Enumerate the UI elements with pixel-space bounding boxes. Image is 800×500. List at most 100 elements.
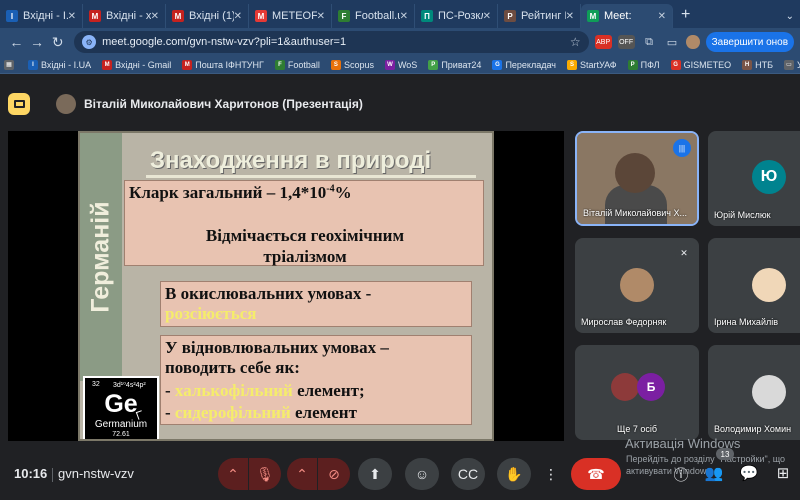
bookmark-item[interactable]: G GISMETEO: [670, 59, 731, 70]
side-panel-icon[interactable]: ▭: [664, 35, 681, 49]
present-button[interactable]: ⬆: [358, 458, 392, 490]
clarke-exponent: -4: [326, 183, 335, 195]
browser-tab[interactable]: M Meet: ✕: [581, 4, 673, 28]
participant-tile-presenter[interactable]: ||| Віталій Миколайович Х...: [575, 131, 699, 226]
participant-tile-myroslav[interactable]: ✕ Мирослав Федорняк: [575, 238, 699, 333]
siderophile-rest: елемент: [290, 403, 357, 422]
back-icon[interactable]: ←: [6, 34, 27, 50]
camera-off-icon: ⊘: [328, 465, 340, 482]
browser-tab[interactable]: I Вхідні - I.UA✕: [0, 4, 83, 28]
participant-name: Мирослав Федорняк: [581, 317, 667, 327]
tab-favicon-icon: П: [421, 10, 433, 22]
browser-tab[interactable]: F Football.ua✕: [332, 4, 415, 28]
people-count-badge: 13: [716, 448, 734, 460]
tab-close-icon[interactable]: ✕: [68, 11, 76, 22]
browser-tab[interactable]: M Вхідні - xb✕: [83, 4, 166, 28]
bookmark-item[interactable]: ▦: [4, 59, 17, 70]
mic-toggle-button[interactable]: 🎙: [249, 458, 281, 490]
element-symbol: Ge: [104, 390, 138, 418]
bookmark-star-icon[interactable]: ☆: [570, 35, 581, 49]
leave-call-button[interactable]: ☎: [571, 458, 621, 490]
bookmark-item[interactable]: W WoS: [384, 59, 417, 70]
activities-icon[interactable]: ⊞: [772, 464, 794, 482]
bookmark-favicon-icon: M: [102, 59, 113, 70]
bookmark-item[interactable]: P Приват24: [428, 59, 481, 70]
participant-tile-volodymyr[interactable]: Володимир Хомин: [708, 345, 800, 440]
bookmark-item[interactable]: S StartУАФ: [566, 59, 617, 70]
bookmark-item[interactable]: M Вхідні - Gmail: [102, 59, 172, 70]
tab-search-chevron-icon[interactable]: ⌄: [780, 11, 800, 28]
siderophile-highlight: сидерофільний: [174, 403, 291, 422]
geochem-line1: Відмічається геохімічним: [205, 226, 405, 245]
audio-options-button[interactable]: ⌃: [218, 458, 248, 490]
bookmark-item[interactable]: I Вхідні - I.UA: [28, 59, 91, 70]
reload-icon[interactable]: ↻: [47, 34, 68, 51]
bookmark-item[interactable]: S Scopus: [330, 59, 374, 70]
participant-tile-yurii[interactable]: Ю Юрій Мислюк: [708, 131, 800, 226]
raise-hand-button[interactable]: ✋: [497, 458, 531, 490]
bookmark-favicon-icon: Н: [742, 59, 753, 70]
bookmark-favicon-icon: M: [182, 59, 193, 70]
tab-title: Вхідні - xb: [106, 10, 151, 22]
tab-close-icon[interactable]: ✕: [400, 11, 408, 22]
update-button[interactable]: Завершити онов: [705, 32, 795, 52]
bookmark-item[interactable]: Н НТБ: [742, 59, 773, 70]
browser-tab[interactable]: Р Рейтинг Н✕: [498, 4, 581, 28]
profile-avatar[interactable]: [686, 35, 700, 49]
bookmark-item[interactable]: G Перекладач: [492, 59, 556, 70]
hand-icon: ✋: [505, 465, 523, 482]
extension-off-icon[interactable]: OFF: [617, 35, 635, 49]
new-tab-button[interactable]: +: [673, 6, 698, 28]
bookmark-favicon-icon: ▦: [4, 59, 14, 70]
video-options-button[interactable]: ⌃: [287, 458, 317, 490]
tab-title: ПС-Розкл: [438, 10, 483, 22]
camera-toggle-button[interactable]: ⊘: [318, 458, 350, 490]
reactions-button[interactable]: ☺: [405, 458, 439, 490]
tab-close-icon[interactable]: ✕: [234, 11, 242, 22]
participant-tile-iryna[interactable]: Ірина Михайлів: [708, 238, 800, 333]
extensions-puzzle-icon[interactable]: ⧉: [641, 35, 658, 49]
meeting-info-icon[interactable]: ⓘ: [670, 464, 692, 485]
tab-close-icon[interactable]: ✕: [317, 11, 325, 22]
mic-off-icon: ✕: [675, 244, 693, 262]
tab-close-icon[interactable]: ✕: [658, 11, 666, 22]
tab-strip: IВхідні - I.UA✕MВхідні - xb✕MВхідні (1) …: [0, 0, 800, 28]
browser-tab[interactable]: M Вхідні (1) -✕: [166, 4, 249, 28]
browser-tab[interactable]: П ПС-Розкл ✕: [415, 4, 498, 28]
presentation-icon[interactable]: [8, 93, 30, 115]
tab-title: Рейтинг Н: [521, 10, 566, 22]
bookmark-label: StartУАФ: [579, 59, 617, 70]
bookmark-item[interactable]: P ПФЛ: [627, 59, 660, 70]
avatar: Ю: [752, 160, 786, 194]
extension-abp-icon[interactable]: ABP: [594, 35, 612, 49]
slide-box-reducing: У відновлювальних умовах – поводить себе…: [160, 335, 472, 425]
chalcophile-rest: елемент;: [292, 381, 365, 400]
site-info-icon[interactable]: ⚙: [82, 35, 97, 49]
forward-icon[interactable]: →: [27, 34, 48, 50]
captions-button[interactable]: CC: [451, 458, 485, 490]
participant-name: Юрій Мислюк: [714, 210, 771, 220]
presenter-bar: Віталій Миколайович Харитонов (Презентац…: [8, 93, 792, 115]
participant-name: Володимир Хомин: [714, 424, 792, 434]
bookmark-favicon-icon: I: [28, 59, 38, 70]
tab-close-icon[interactable]: ✕: [483, 11, 491, 22]
bookmark-label: Вхідні - Gmail: [115, 59, 172, 70]
people-icon[interactable]: 👥: [703, 464, 725, 482]
tab-close-icon[interactable]: ✕: [566, 11, 574, 22]
bookmark-item[interactable]: M Пошта ІФНТУНГ: [182, 59, 264, 70]
clarke-percent: %: [334, 183, 352, 202]
tab-close-icon[interactable]: ✕: [151, 11, 159, 22]
tab-favicon-icon: Р: [504, 10, 516, 22]
browser-tab[interactable]: M METEOFOR✕: [249, 4, 332, 28]
participant-name: Ще 7 осіб: [616, 424, 658, 434]
bookmark-favicon-icon: G: [670, 59, 681, 70]
more-options-button[interactable]: ⋮: [540, 458, 562, 490]
participant-tile-more[interactable]: Б Ще 7 осіб: [575, 345, 699, 440]
bookmark-favicon-icon: S: [566, 59, 577, 70]
address-bar[interactable]: ⚙ meet.google.com/gvn-nstw-vzv?pli=1&aut…: [74, 31, 589, 53]
meet-controls-bar: 10:16 gvn-nstw-vzv ⌃ 🎙 ⌃ ⊘ ⬆ ☺ CC ✋ ⋮ ☎ …: [0, 450, 800, 500]
bookmark-item[interactable]: ▭Усі: [783, 59, 800, 70]
presenter-avatar: [56, 94, 76, 114]
bookmark-item[interactable]: F Football: [274, 59, 320, 70]
chat-icon[interactable]: 💬: [738, 464, 760, 482]
